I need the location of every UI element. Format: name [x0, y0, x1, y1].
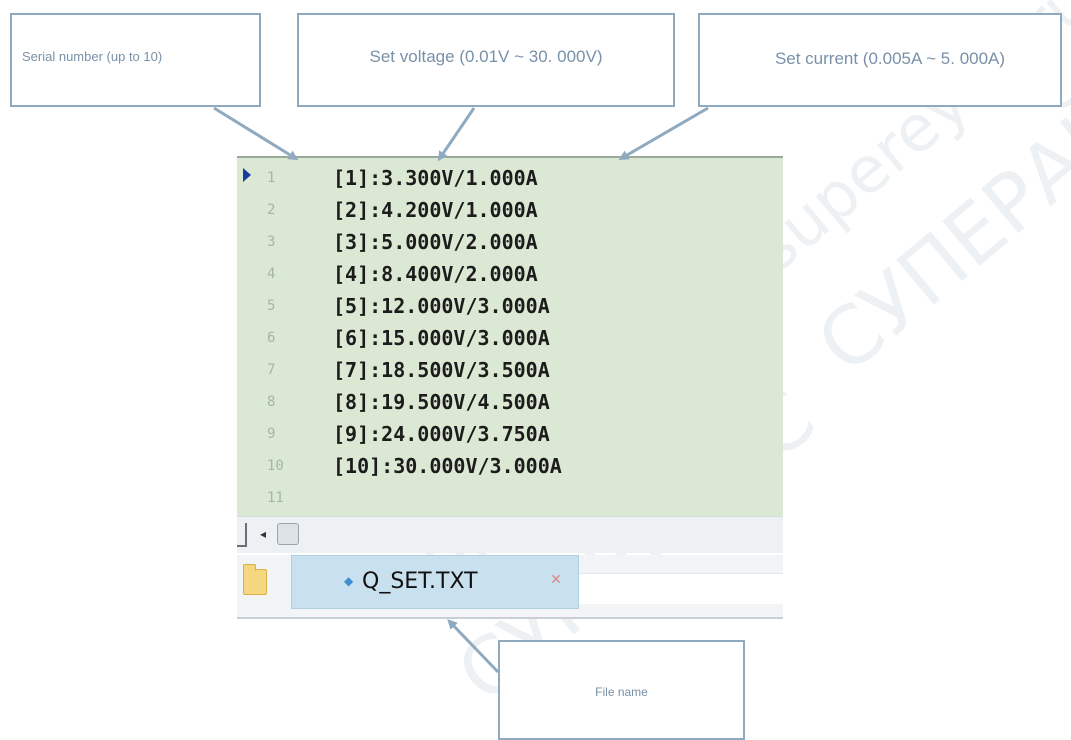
- line-number: 2: [267, 202, 276, 218]
- line-number: 5: [267, 298, 276, 314]
- line-number: 8: [267, 394, 276, 410]
- code-line[interactable]: [2]:4.200V/1.000A: [333, 198, 538, 222]
- callout-serial-number: Serial number (up to 10): [10, 13, 261, 107]
- tab-bar: ◆ Q_SET.TXT ✕: [237, 555, 783, 619]
- line-number: 4: [267, 266, 276, 282]
- tab-file[interactable]: ◆ Q_SET.TXT ✕: [291, 555, 579, 609]
- scroll-left-arrow-icon[interactable]: ◂: [257, 526, 269, 542]
- code-line[interactable]: [9]:24.000V/3.750A: [333, 422, 550, 446]
- tab-file-label: Q_SET.TXT: [362, 569, 478, 594]
- current-line-arrow-icon: [243, 168, 251, 182]
- code-line[interactable]: [4]:8.400V/2.000A: [333, 262, 538, 286]
- line-number: 6: [267, 330, 276, 346]
- callout-serial-label: Serial number (up to 10): [22, 48, 163, 64]
- modified-dot-icon: ◆: [344, 574, 354, 588]
- callout-file-label: File name: [595, 685, 648, 699]
- code-line[interactable]: [10]:30.000V/3.000A: [333, 454, 562, 478]
- code-line[interactable]: [6]:15.000V/3.000A: [333, 326, 550, 350]
- code-line[interactable]: [3]:5.000V/2.000A: [333, 230, 538, 254]
- callout-set-voltage: Set voltage (0.01V ~ 30. 000V): [297, 13, 675, 107]
- code-line[interactable]: [8]:19.500V/4.500A: [333, 390, 550, 414]
- callout-set-current: Set current (0.005A ~ 5. 000A): [698, 13, 1062, 107]
- line-number: 3: [267, 234, 276, 250]
- callout-voltage-label: Set voltage (0.01V ~ 30. 000V): [369, 47, 603, 66]
- horizontal-scrollbar[interactable]: ◂: [237, 516, 783, 553]
- arrow-current: [618, 106, 709, 161]
- line-number: 11: [267, 490, 284, 506]
- arrow-serial: [213, 106, 299, 161]
- line-number: 9: [267, 426, 276, 442]
- line-number: 1: [267, 170, 276, 186]
- callout-current-label: Set current (0.005A ~ 5. 000A): [774, 49, 1006, 68]
- scroll-thumb[interactable]: [277, 523, 299, 545]
- arrow-file: [447, 619, 500, 674]
- line-number: 10: [267, 458, 284, 474]
- code-line[interactable]: [7]:18.500V/3.500A: [333, 358, 550, 382]
- arrow-voltage: [437, 107, 476, 162]
- line-number: 7: [267, 362, 276, 378]
- tab-bar-empty-area: [579, 573, 783, 604]
- scrollbar-edge: [237, 523, 247, 547]
- code-line[interactable]: [1]:3.300V/1.000A: [333, 166, 538, 190]
- text-editor[interactable]: 1 2 3 4 5 6 7 8 9 10 11 [1]:3.300V/1.000…: [237, 156, 783, 518]
- code-line[interactable]: [5]:12.000V/3.000A: [333, 294, 550, 318]
- callout-file-name: File name: [498, 640, 745, 740]
- close-tab-icon[interactable]: ✕: [548, 572, 564, 588]
- folder-icon[interactable]: [243, 564, 267, 595]
